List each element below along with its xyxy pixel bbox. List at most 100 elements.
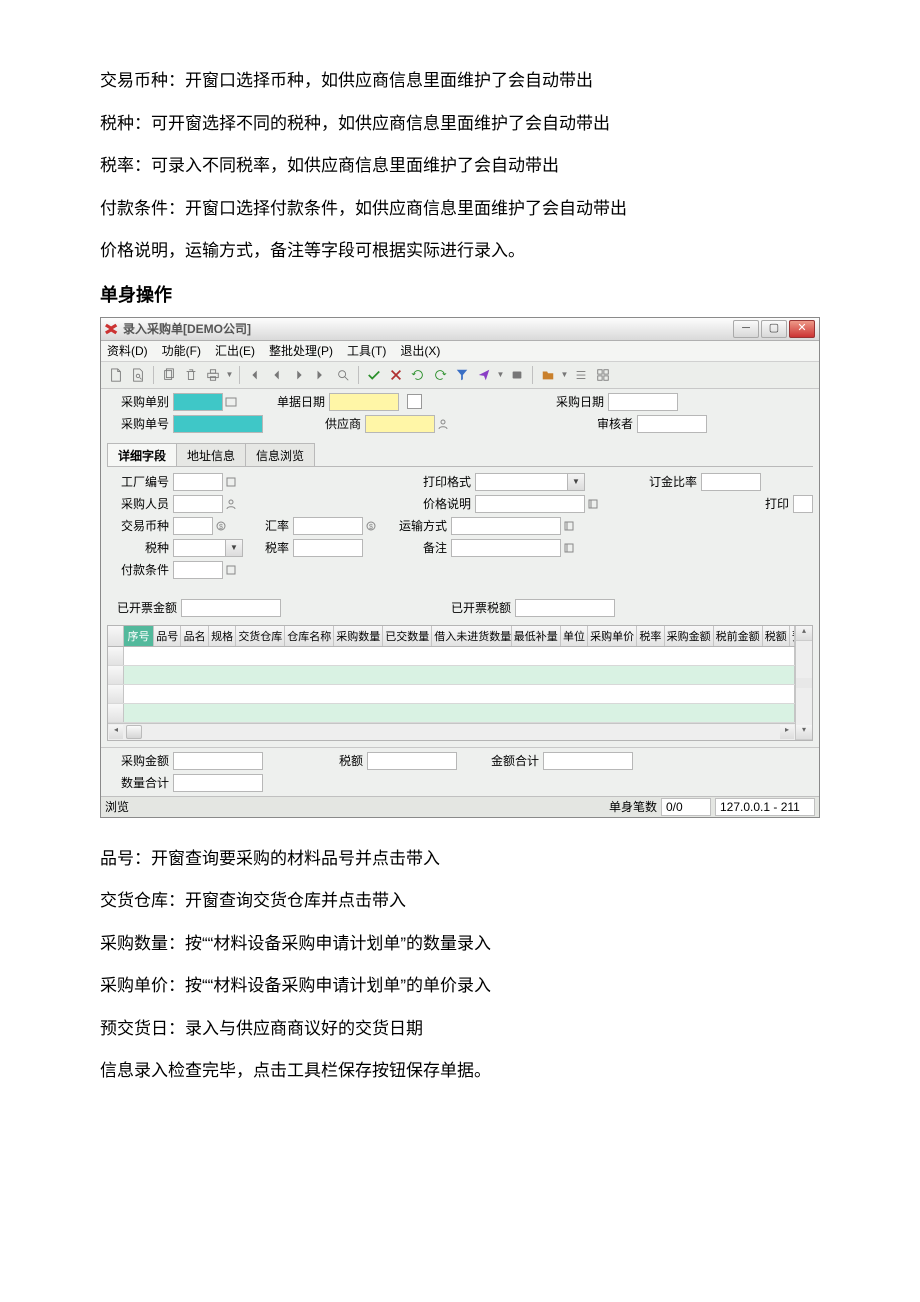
grid-col-minfill[interactable]: 最低补量 [512, 626, 561, 646]
field-invoiced-amt[interactable] [181, 599, 281, 617]
grid-col-tax[interactable]: 税额 [763, 626, 790, 646]
grid-col-whname[interactable]: 仓库名称 [285, 626, 334, 646]
menu-export[interactable]: 汇出(E) [215, 342, 255, 359]
grid-col-delivered[interactable]: 已交数量 [383, 626, 432, 646]
toolbar: ▼ ▼ ▼ [101, 362, 819, 389]
minimize-button[interactable]: ─ [733, 320, 759, 338]
grid-icon[interactable] [594, 366, 612, 384]
field-pay-cond[interactable] [173, 561, 223, 579]
lookup-remark-icon[interactable] [561, 539, 577, 557]
table-row[interactable] [108, 704, 795, 723]
next-icon[interactable] [290, 366, 308, 384]
hscroll-thumb[interactable] [126, 725, 142, 739]
prev-icon[interactable] [268, 366, 286, 384]
field-price-desc[interactable] [475, 495, 585, 513]
confirm-icon[interactable] [365, 366, 383, 384]
copy-icon[interactable] [160, 366, 178, 384]
field-purchaser[interactable] [173, 495, 223, 513]
lookup-ship-icon[interactable] [561, 517, 577, 535]
folder-dropdown-icon[interactable]: ▼ [561, 366, 568, 384]
lookup-currency-icon[interactable]: $ [213, 517, 229, 535]
field-rate[interactable] [293, 517, 363, 535]
field-invoiced-tax[interactable] [515, 599, 615, 617]
field-factory-no[interactable] [173, 473, 223, 491]
grid-col-taxrate[interactable]: 税率 [637, 626, 664, 646]
attach-icon[interactable] [508, 366, 526, 384]
field-order-type[interactable] [173, 393, 223, 411]
refresh-icon[interactable] [409, 366, 427, 384]
field-print-format[interactable]: ▼ [475, 473, 585, 491]
lookup-supplier-icon[interactable] [435, 415, 451, 433]
tab-addr[interactable]: 地址信息 [176, 443, 246, 466]
lookup-factory-icon[interactable] [223, 473, 239, 491]
menu-data[interactable]: 资料(D) [107, 342, 148, 359]
close-button[interactable]: ✕ [789, 320, 815, 338]
field-auditor[interactable] [637, 415, 707, 433]
undo-icon[interactable] [431, 366, 449, 384]
grid-col-unitprice[interactable]: 采购单价 [588, 626, 637, 646]
field-doc-date[interactable] [329, 393, 399, 411]
lookup-order-type-icon[interactable] [223, 393, 239, 411]
find-icon[interactable] [334, 366, 352, 384]
grid-hscroll[interactable]: ◂ ▸ [108, 723, 795, 740]
search-doc-icon[interactable] [129, 366, 147, 384]
label-tax-type: 税种 [107, 539, 173, 556]
field-supplier[interactable] [365, 415, 435, 433]
list-icon[interactable] [572, 366, 590, 384]
grid-col-spec[interactable]: 规格 [209, 626, 236, 646]
field-print[interactable] [793, 495, 813, 513]
menu-func[interactable]: 功能(F) [162, 342, 201, 359]
field-purchase-date[interactable] [608, 393, 678, 411]
table-row[interactable] [108, 647, 795, 666]
field-deposit-ratio[interactable] [701, 473, 761, 491]
vscroll-up-icon[interactable]: ▴ [796, 626, 812, 641]
grid-col-itemno[interactable]: 品号 [154, 626, 181, 646]
label-total-amt: 金额合计 [477, 752, 543, 769]
menu-batch[interactable]: 整批处理(P) [269, 342, 333, 359]
share-icon[interactable] [475, 366, 493, 384]
vscroll-down-icon[interactable]: ▾ [796, 725, 812, 740]
tab-detail[interactable]: 详细字段 [107, 443, 177, 466]
delete-icon[interactable] [182, 366, 200, 384]
grid-col-qty[interactable]: 采购数量 [334, 626, 383, 646]
grid-col-seq[interactable]: 序号 [124, 626, 154, 646]
field-ship-method[interactable] [451, 517, 561, 535]
cancel-icon[interactable] [387, 366, 405, 384]
grid-vscroll[interactable]: ▴ ▾ [795, 626, 812, 740]
lookup-purchaser-icon[interactable] [223, 495, 239, 513]
grid-col-borrowed[interactable]: 借入未进货数量 [432, 626, 512, 646]
tab-browse[interactable]: 信息浏览 [245, 443, 315, 466]
outro-p3: 采购数量：按““材料设备采购申请计划单”的数量录入 [100, 923, 820, 966]
print-icon[interactable] [204, 366, 222, 384]
share-dropdown-icon[interactable]: ▼ [497, 366, 504, 384]
print-dropdown-icon[interactable]: ▼ [226, 366, 233, 384]
checkbox-doc-date[interactable] [407, 394, 422, 409]
grid-col-pretax[interactable]: 税前金额 [714, 626, 763, 646]
filter-icon[interactable] [453, 366, 471, 384]
lookup-price-desc-icon[interactable] [585, 495, 601, 513]
menu-exit[interactable]: 退出(X) [400, 342, 440, 359]
hscroll-left-icon[interactable]: ◂ [109, 725, 123, 739]
lookup-rate-icon[interactable]: $ [363, 517, 379, 535]
field-remark[interactable] [451, 539, 561, 557]
last-icon[interactable] [312, 366, 330, 384]
maximize-button[interactable]: ▢ [761, 320, 787, 338]
table-row[interactable] [108, 685, 795, 704]
menu-tool[interactable]: 工具(T) [347, 342, 386, 359]
field-tax-rate[interactable] [293, 539, 363, 557]
hscroll-right-icon[interactable]: ▸ [780, 725, 794, 739]
first-icon[interactable] [246, 366, 264, 384]
table-row[interactable] [108, 666, 795, 685]
field-order-no[interactable] [173, 415, 263, 433]
label-pay-cond: 付款条件 [107, 561, 173, 578]
grid-col-itemname[interactable]: 品名 [181, 626, 208, 646]
grid-col-unit[interactable]: 单位 [561, 626, 588, 646]
field-tax-type[interactable]: ▼ [173, 539, 243, 557]
new-doc-icon[interactable] [107, 366, 125, 384]
folder-icon[interactable] [539, 366, 557, 384]
section-heading: 单身操作 [100, 281, 820, 307]
grid-col-amount[interactable]: 采购金额 [665, 626, 714, 646]
lookup-pay-cond-icon[interactable] [223, 561, 239, 579]
field-currency[interactable] [173, 517, 213, 535]
grid-col-warehouse[interactable]: 交货仓库 [236, 626, 285, 646]
